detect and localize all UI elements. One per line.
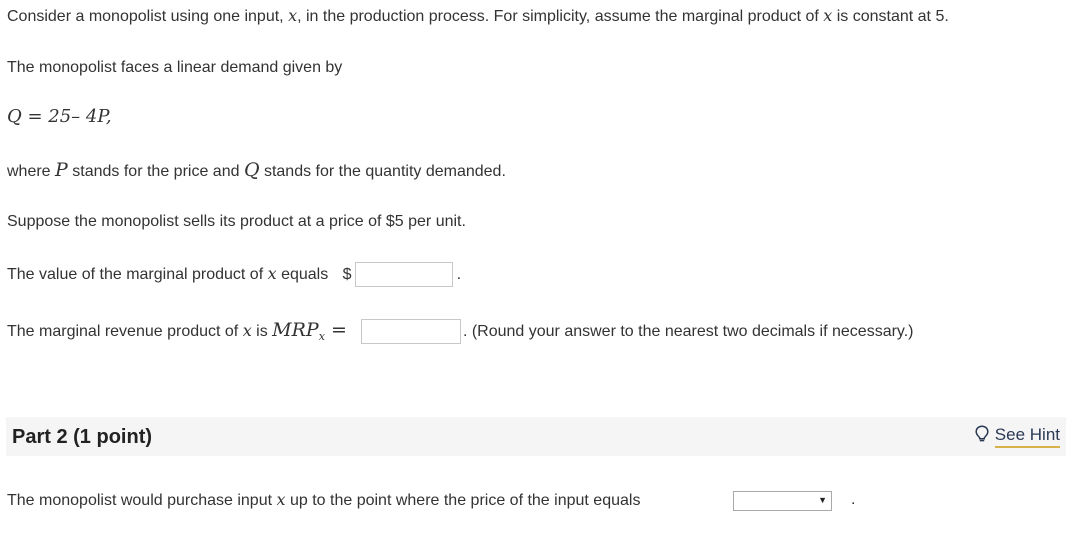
intro-text: Consider a monopolist using one input, x… <box>7 6 949 27</box>
price-line: Suppose the monopolist sells its product… <box>7 213 466 230</box>
var-p: P <box>55 159 68 181</box>
dropdown-arrow-icon: ▼ <box>818 495 827 505</box>
mrp-part2: is <box>251 323 273 340</box>
question-part1: The monopolist would purchase input <box>7 492 277 509</box>
mrp-answer-input[interactable] <box>360 319 461 345</box>
vmp-answer-input[interactable] <box>354 262 453 288</box>
mrp-symbol: MRP <box>272 319 319 341</box>
mrp-part1: The marginal revenue product of <box>7 323 243 340</box>
var-x: x <box>823 6 833 25</box>
vmp-part2: equals <box>276 266 329 283</box>
demand-equation: Q = 25– 4P, <box>7 106 112 127</box>
input-price-select[interactable]: ▼ <box>733 491 832 511</box>
see-hint-label[interactable]: See Hint <box>994 425 1060 448</box>
lightbulb-icon <box>975 425 989 448</box>
vmp-line: The value of the marginal product of x e… <box>7 260 461 289</box>
vmp-end: . <box>456 266 462 283</box>
vmp-part1: The value of the marginal product of <box>7 266 268 283</box>
part2-end: . <box>851 491 856 508</box>
part2-title: Part 2 (1 point) <box>12 426 153 448</box>
var-x: x <box>242 321 252 340</box>
question-part2: up to the point where the price of the i… <box>285 492 641 509</box>
see-hint-button[interactable]: See Hint <box>975 425 1060 448</box>
where-part1: where <box>7 163 56 180</box>
currency-symbol: $ <box>342 266 352 283</box>
where-line: where P stands for the price and Q stand… <box>7 160 506 182</box>
part2-header: Part 2 (1 point) See Hint <box>6 417 1066 456</box>
part2-question: The monopolist would purchase input x up… <box>7 490 640 511</box>
var-x: x <box>288 6 298 25</box>
intro-part1: Consider a monopolist using one input, <box>7 8 289 25</box>
var-x: x <box>276 490 286 509</box>
mrp-end: . (Round your answer to the nearest two … <box>462 323 914 340</box>
intro-part3: is constant at 5. <box>832 8 949 25</box>
mrp-subscript: x <box>318 330 325 343</box>
intro-part2: , in the production process. For simplic… <box>297 8 824 25</box>
mrp-line: The marginal revenue product of x is MRP… <box>7 316 914 351</box>
demand-intro: The monopolist faces a linear demand giv… <box>7 59 343 76</box>
where-part3: stands for the quantity demanded. <box>259 163 506 180</box>
where-part2: stands for the price and <box>67 163 244 180</box>
var-x: x <box>267 264 277 283</box>
equals-sign: = <box>324 319 353 341</box>
var-q: Q <box>243 159 260 181</box>
